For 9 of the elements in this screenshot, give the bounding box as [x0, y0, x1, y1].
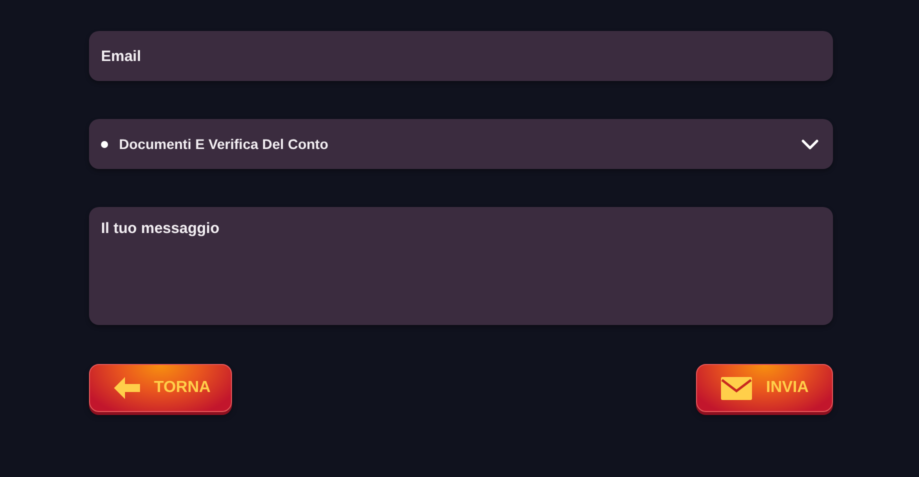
back-button[interactable]: TORNA: [89, 364, 232, 412]
envelope-icon: [721, 376, 752, 400]
message-field[interactable]: Il tuo messaggio: [89, 207, 833, 325]
bullet-icon: [101, 140, 108, 148]
topic-select[interactable]: Documenti E Verifica Del Conto: [89, 119, 833, 169]
email-field[interactable]: Email: [89, 31, 833, 81]
chevron-down-icon: [801, 138, 819, 150]
arrow-left-icon: [114, 377, 140, 399]
send-button[interactable]: INVIA: [696, 364, 833, 412]
